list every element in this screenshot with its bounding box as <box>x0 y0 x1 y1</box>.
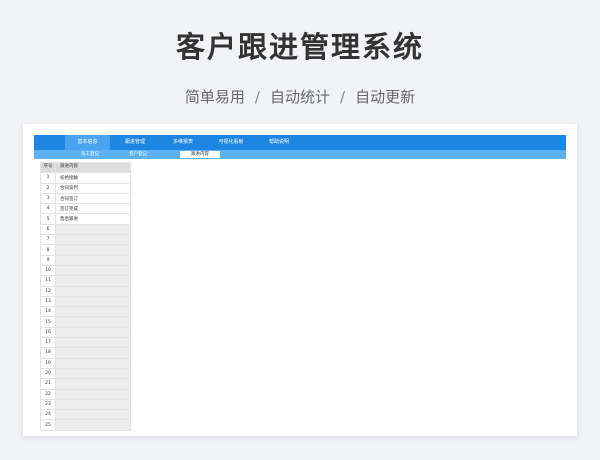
table-row: 1 初始接触 <box>40 172 131 184</box>
spreadsheet-preview: 基本信息 跟进管理 多维报表 可视化看板 帮助说明 员工登记 客户登记 跟进内容… <box>23 124 577 436</box>
row-content-cell[interactable] <box>55 419 131 431</box>
table-row: 7 <box>40 234 131 246</box>
table-row: 12 <box>40 285 131 297</box>
row-number: 18 <box>40 347 56 359</box>
row-number: 14 <box>40 306 56 318</box>
table-row: 24 <box>40 409 131 421</box>
tab-basic-info[interactable]: 基本信息 <box>65 135 110 150</box>
row-number: 6 <box>40 223 56 236</box>
row-content-cell[interactable] <box>55 337 131 349</box>
row-content-cell[interactable] <box>55 398 131 411</box>
row-number: 23 <box>40 398 56 411</box>
row-number: 15 <box>40 316 56 328</box>
row-number: 22 <box>40 388 56 400</box>
row-number: 13 <box>40 295 56 308</box>
tab-reports[interactable]: 多维报表 <box>160 135 206 150</box>
row-content-cell[interactable] <box>55 347 131 359</box>
table-row: 19 <box>40 357 131 369</box>
row-number: 5 <box>40 213 56 225</box>
row-content-cell[interactable] <box>55 275 131 287</box>
table-row: 6 <box>40 223 131 236</box>
row-number: 20 <box>40 367 56 380</box>
table-row: 17 <box>40 337 131 349</box>
row-content-cell[interactable]: 售后跟进 <box>55 213 131 225</box>
row-content-cell[interactable] <box>55 254 131 266</box>
table-header-row: 序号 跟进内容 <box>40 161 131 174</box>
row-number: 7 <box>40 234 56 246</box>
table-row: 18 <box>40 347 131 359</box>
table-row: 25 <box>40 419 131 431</box>
row-content-cell[interactable] <box>55 316 131 328</box>
row-content-cell[interactable] <box>55 357 131 369</box>
feature-separator: / <box>340 88 346 106</box>
table-row: 8 <box>40 244 131 256</box>
sub-tab-bar: 员工登记 客户登记 跟进内容 <box>34 150 566 159</box>
row-content-cell[interactable] <box>55 409 131 421</box>
page-title: 客户跟进管理系统 <box>175 30 424 64</box>
table-row: 20 <box>40 367 131 380</box>
col-header-number: 序号 <box>40 161 56 174</box>
table-row: 13 <box>40 295 131 308</box>
feature-auto-stats: 自动统计 <box>269 88 330 106</box>
subtab-customers[interactable]: 客户登记 <box>118 151 158 158</box>
row-content-cell[interactable] <box>55 223 131 236</box>
table-row: 4 签订完成 <box>40 203 131 215</box>
table-row: 10 <box>40 264 131 277</box>
feature-auto-update: 自动更新 <box>355 88 416 106</box>
row-number: 11 <box>40 275 56 287</box>
row-content-cell[interactable] <box>55 367 131 380</box>
row-number: 8 <box>40 244 56 256</box>
row-number: 3 <box>40 192 56 205</box>
row-content-cell[interactable] <box>55 234 131 246</box>
table-row: 23 <box>40 398 131 411</box>
row-number: 4 <box>40 203 56 215</box>
table-row: 5 售后跟进 <box>40 213 131 225</box>
row-content-cell[interactable] <box>55 285 131 297</box>
row-number: 25 <box>40 419 56 431</box>
feature-separator: / <box>254 88 260 106</box>
row-content-cell[interactable]: 合同签订 <box>55 192 131 205</box>
table-row: 3 合同签订 <box>40 192 131 205</box>
row-content-cell[interactable] <box>55 264 131 277</box>
row-number: 1 <box>40 172 56 184</box>
row-number: 12 <box>40 285 56 297</box>
feature-easy: 简单易用 <box>184 88 245 106</box>
subtab-follow-content[interactable]: 跟进内容 <box>180 151 220 158</box>
table-row: 15 <box>40 316 131 328</box>
tab-follow-up[interactable]: 跟进管理 <box>112 135 158 150</box>
table-row: 22 <box>40 388 131 400</box>
row-number: 9 <box>40 254 56 266</box>
row-content-cell[interactable]: 初始接触 <box>55 172 131 184</box>
table-row: 21 <box>40 378 131 390</box>
row-number: 21 <box>40 378 56 390</box>
row-number: 2 <box>40 182 56 194</box>
row-number: 19 <box>40 357 56 369</box>
row-content-cell[interactable]: 签订完成 <box>55 203 131 215</box>
col-header-content: 跟进内容 <box>55 161 131 174</box>
row-content-cell[interactable] <box>55 378 131 390</box>
subtab-staff[interactable]: 员工登记 <box>70 151 110 158</box>
table-row: 9 <box>40 254 131 266</box>
row-number: 24 <box>40 409 56 421</box>
row-content-cell[interactable] <box>55 306 131 318</box>
row-content-cell[interactable] <box>55 388 131 400</box>
feature-list: 简单易用 / 自动统计 / 自动更新 <box>0 86 600 107</box>
row-number: 10 <box>40 264 56 277</box>
row-content-cell[interactable] <box>55 295 131 308</box>
row-number: 16 <box>40 326 56 339</box>
table-row: 14 <box>40 306 131 318</box>
table-row: 11 <box>40 275 131 287</box>
row-content-cell[interactable]: 合同谈判 <box>55 182 131 194</box>
row-content-cell[interactable] <box>55 326 131 339</box>
tab-help[interactable]: 帮助说明 <box>256 135 302 150</box>
tab-dashboard[interactable]: 可视化看板 <box>208 135 254 150</box>
table-row: 16 <box>40 326 131 339</box>
row-number: 17 <box>40 337 56 349</box>
main-tab-bar: 基本信息 跟进管理 多维报表 可视化看板 帮助说明 <box>34 135 566 150</box>
table-row: 2 合同谈判 <box>40 182 131 194</box>
follow-content-table: 序号 跟进内容 1 初始接触 2 合同谈判 3 合同签订 4 签订完成 5 售后跟进 6 7 8 9 10 1… <box>40 161 131 431</box>
row-content-cell[interactable] <box>55 244 131 256</box>
